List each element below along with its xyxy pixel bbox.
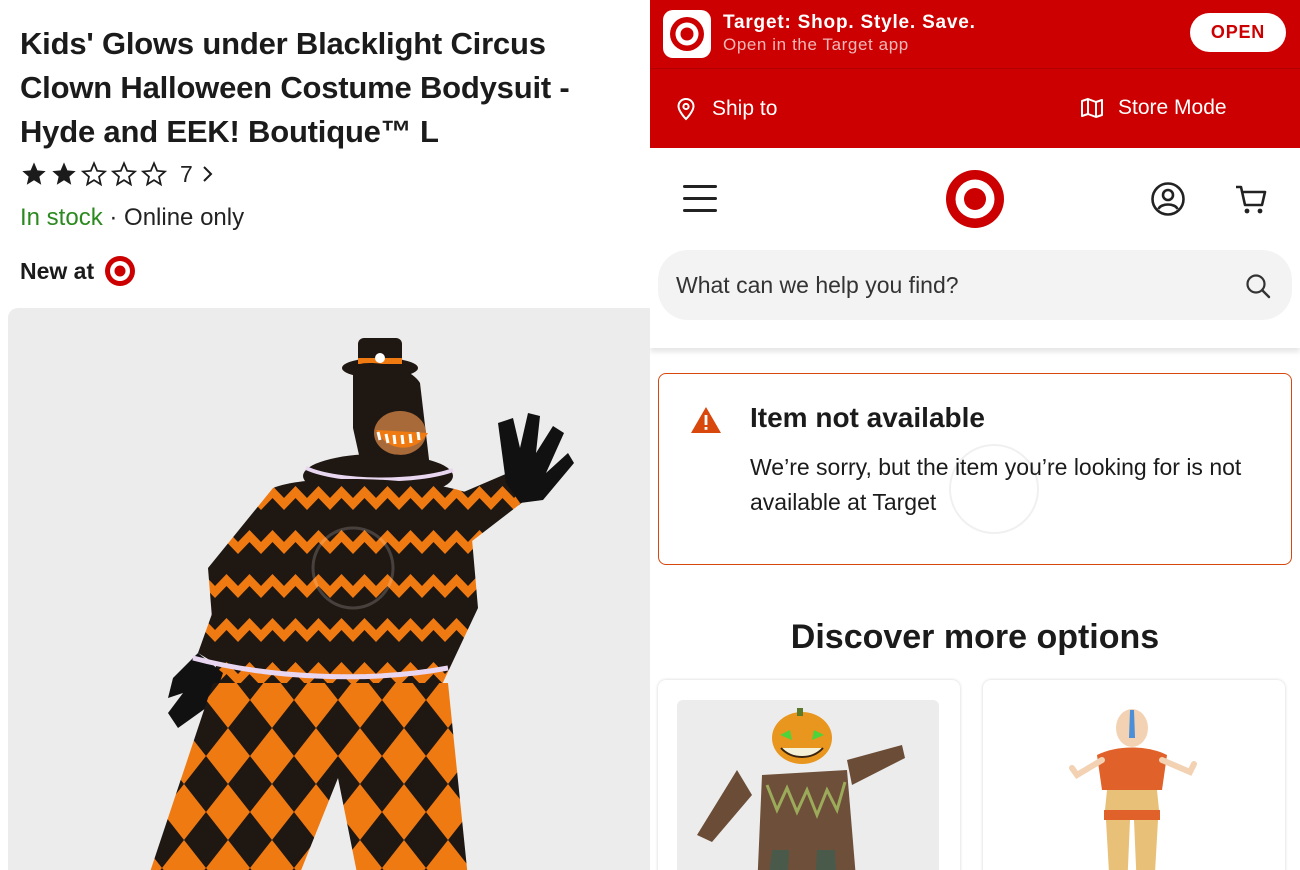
product-panel: Kids' Glows under Blacklight Circus Clow…	[0, 0, 650, 870]
search-bar	[658, 250, 1292, 320]
item-unavailable-alert: Item not available We’re sorry, but the …	[658, 373, 1292, 565]
store-mode-button[interactable]: Store Mode	[1080, 96, 1227, 120]
product-title: Kids' Glows under Blacklight Circus Clow…	[20, 26, 570, 149]
new-at-label: New at	[20, 257, 95, 284]
review-count: 7	[180, 160, 193, 187]
new-at-target: New at	[20, 255, 136, 287]
airbender-costume-image	[1002, 700, 1264, 870]
search-input[interactable]	[676, 266, 1226, 304]
availability-note: · Online only	[102, 204, 245, 231]
clown-costume-illustration	[150, 338, 574, 870]
account-icon	[1151, 182, 1185, 216]
target-app-icon	[663, 10, 711, 58]
pumpkin-head-costume-image	[677, 700, 939, 870]
ship-to-label: Ship to	[712, 97, 778, 120]
alert-title: Item not available	[750, 402, 985, 433]
product-image[interactable]	[8, 308, 650, 870]
account-button[interactable]	[1150, 181, 1186, 222]
product-card[interactable]	[983, 680, 1285, 870]
cart-button[interactable]	[1233, 181, 1269, 222]
bullseye-logo-icon	[670, 17, 704, 51]
store-mode-label: Store Mode	[1118, 96, 1227, 119]
chevron-right-icon	[203, 166, 213, 182]
target-mobile-page: Target: Shop. Style. Save. Open in the T…	[650, 0, 1300, 870]
star-icon	[110, 160, 138, 187]
screenshot-composite: Kids' Glows under Blacklight Circus Clow…	[0, 0, 1300, 870]
product-card[interactable]	[658, 680, 960, 870]
star-icon	[22, 162, 46, 185]
bullseye-logo-icon	[105, 256, 136, 286]
bullseye-logo-icon	[946, 170, 1004, 228]
cart-icon	[1236, 185, 1267, 214]
target-logo[interactable]	[945, 169, 1005, 234]
open-app-button[interactable]: OPEN	[1190, 13, 1286, 52]
location-bar: Ship to Store Mode	[650, 68, 1300, 148]
in-stock-label: In stock	[20, 204, 103, 231]
map-icon	[1081, 98, 1103, 118]
search-icon[interactable]	[1244, 272, 1272, 300]
app-banner: Target: Shop. Style. Save. Open in the T…	[650, 0, 1300, 68]
discover-heading: Discover more options	[790, 618, 1160, 656]
hamburger-menu-icon[interactable]	[683, 185, 717, 213]
site-header	[650, 148, 1300, 348]
location-pin-icon	[677, 97, 695, 121]
app-banner-subtitle: Open in the Target app	[723, 35, 909, 54]
app-banner-title: Target: Shop. Style. Save.	[723, 12, 976, 33]
star-icon	[140, 160, 168, 187]
alert-message: We’re sorry, but the item you’re looking…	[750, 454, 1242, 515]
star-icon	[52, 162, 76, 185]
ship-to-button[interactable]: Ship to	[676, 97, 777, 121]
star-icon	[80, 160, 108, 187]
warning-icon	[691, 407, 721, 433]
rating-row[interactable]: 7	[20, 160, 215, 188]
stock-status: In stock · Online only	[20, 204, 244, 232]
